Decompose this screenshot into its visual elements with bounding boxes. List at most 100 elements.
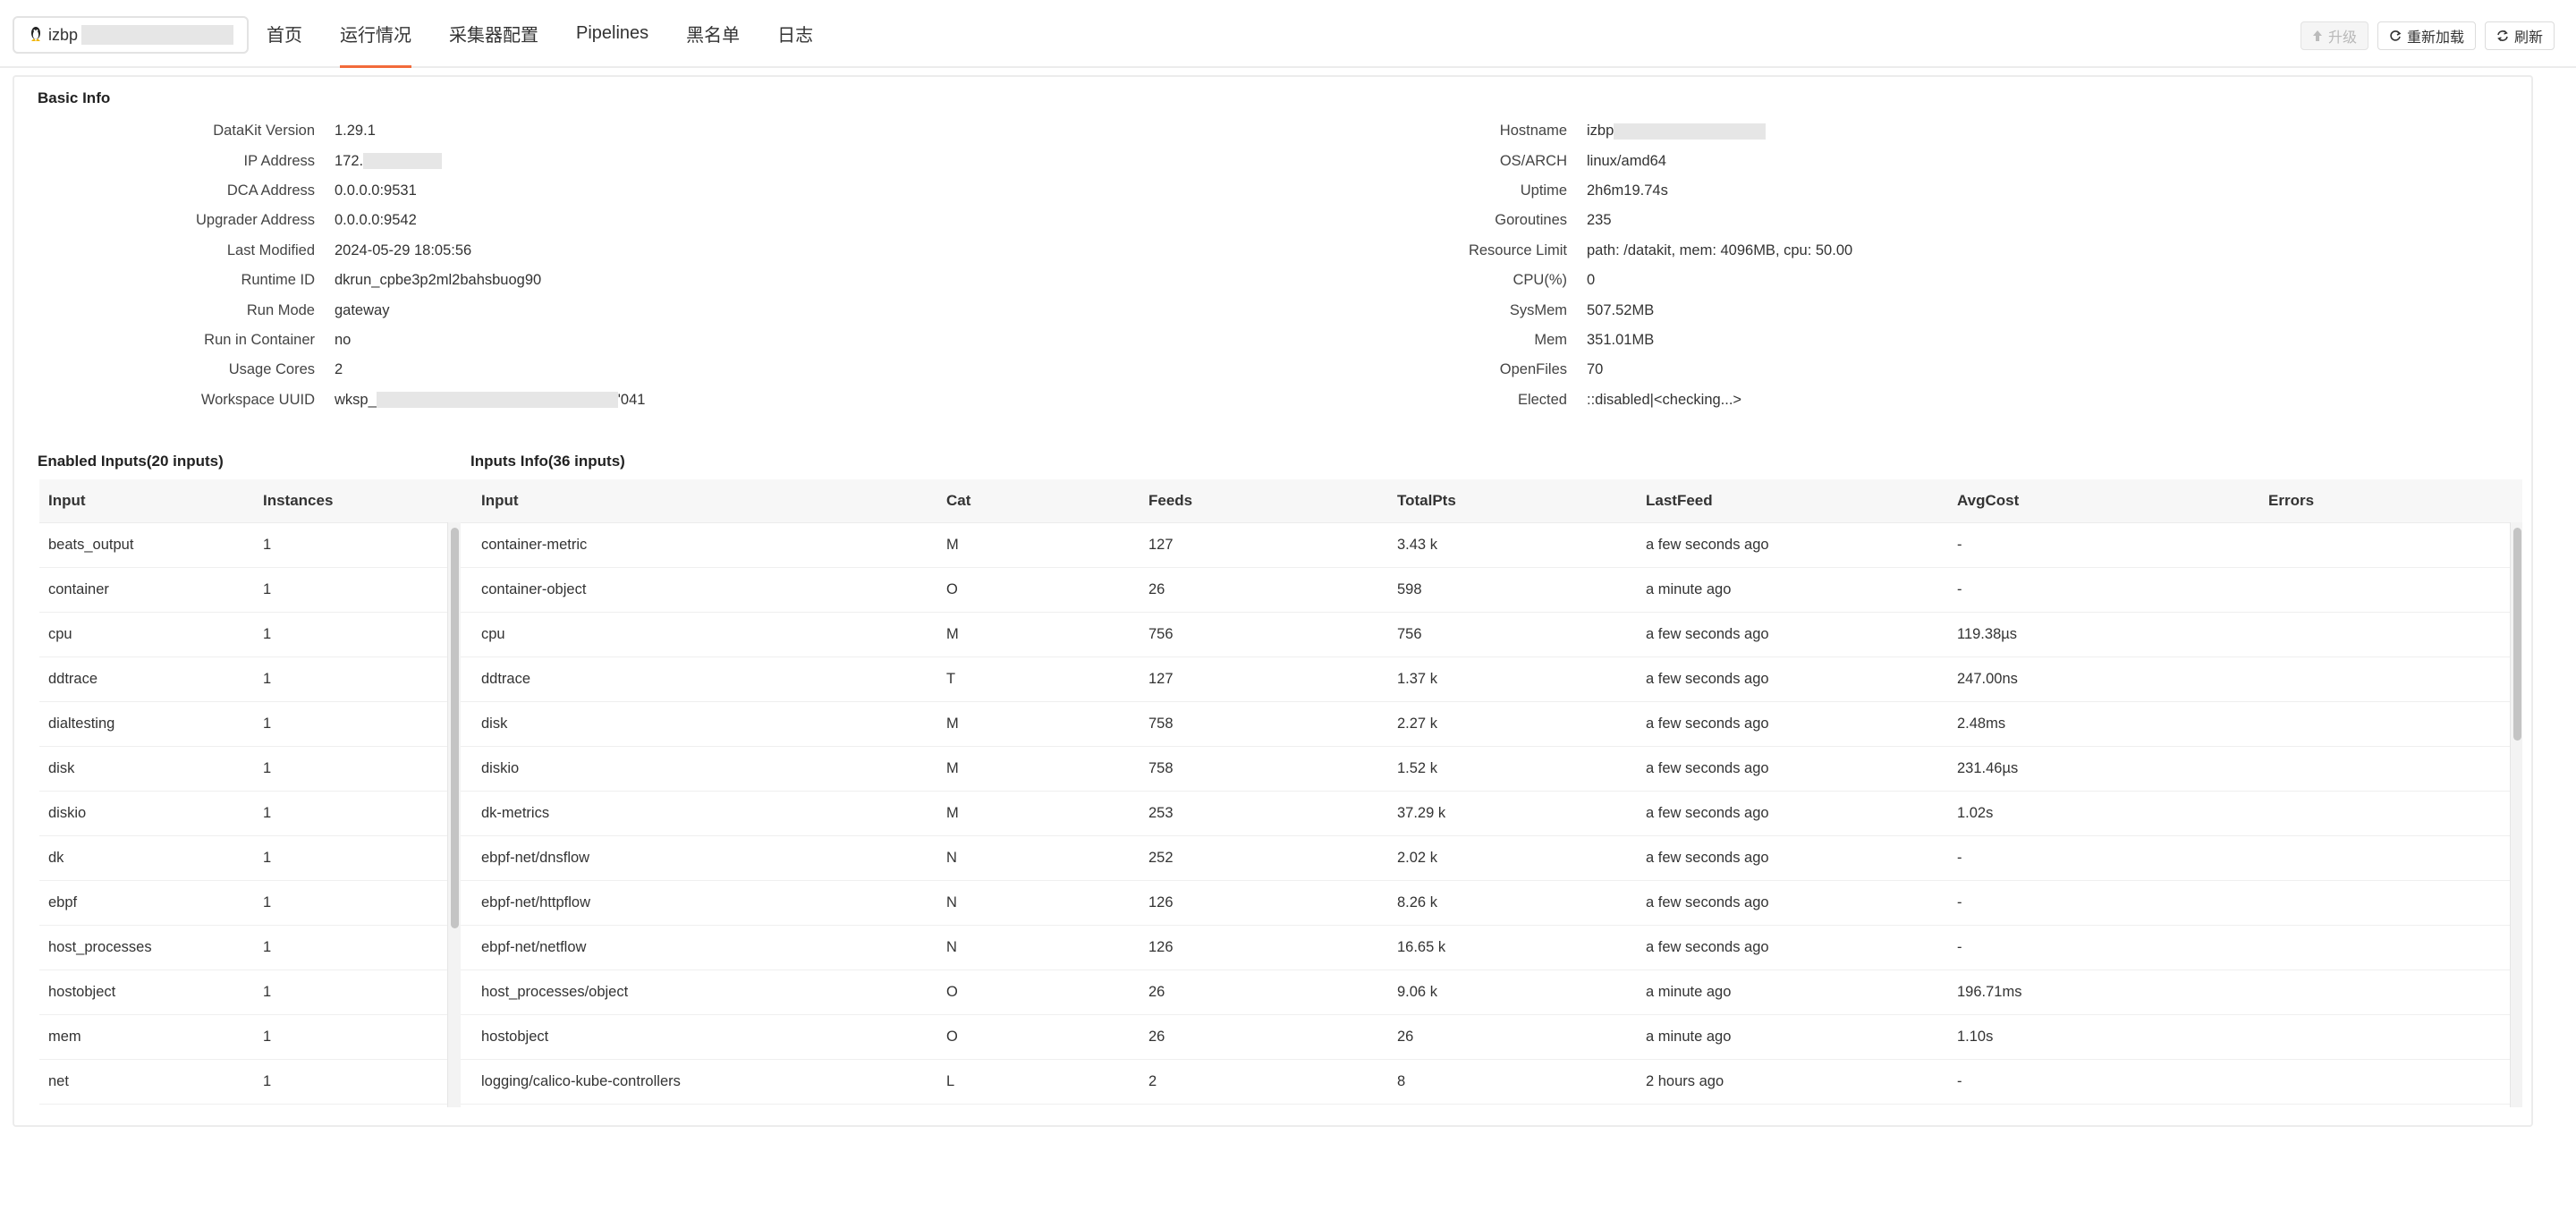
- column-header[interactable]: AvgCost: [1948, 492, 2259, 510]
- table-row[interactable]: dk-metrics M 253 37.29 k a few seconds ago 1.…: [472, 792, 2522, 836]
- enabled-inputs-scroll-thumb[interactable]: [451, 528, 459, 928]
- inputs-info-scrollbar[interactable]: [2510, 522, 2522, 1107]
- info-value-text: dkrun_cpbe3p2ml2bahsbuog90: [335, 272, 542, 289]
- upgrade-button[interactable]: 升级: [2300, 21, 2368, 50]
- table-cell: 37.29 k: [1397, 805, 1446, 821]
- tab-1[interactable]: 运行情况: [324, 0, 428, 68]
- redacted-value: [376, 392, 618, 409]
- table-row[interactable]: net 1: [39, 1060, 472, 1105]
- table-cell: M: [946, 626, 959, 642]
- table-row[interactable]: host_processes 1: [39, 926, 472, 970]
- reload-button[interactable]: 重新加载: [2377, 21, 2476, 50]
- table-cell: hostobject: [48, 984, 116, 1000]
- table-cell: a minute ago: [1646, 984, 1732, 1000]
- table-cell: 196.71ms: [1957, 984, 2022, 1000]
- column-header[interactable]: LastFeed: [1637, 492, 1948, 510]
- table-cell: net: [48, 1073, 69, 1089]
- table-row[interactable]: container-metric M 127 3.43 k a few seconds …: [472, 523, 2522, 568]
- table-cell: -: [1957, 894, 1962, 910]
- table-row[interactable]: cpu M 756 756 a few seconds ago 119.38µs: [472, 613, 2522, 657]
- table-row[interactable]: beats_output 1: [39, 523, 472, 568]
- enabled-inputs-scrollbar[interactable]: [447, 522, 461, 1107]
- info-value-text: no: [335, 331, 352, 348]
- table-row[interactable]: mem 1: [39, 1015, 472, 1060]
- host-selector[interactable]: izbp: [13, 16, 249, 54]
- info-value-text: 2: [335, 361, 343, 378]
- host-name: izbp: [48, 25, 79, 44]
- table-row[interactable]: host_processes/object O 26 9.06 k a minute a…: [472, 970, 2522, 1015]
- table-cell: disk: [48, 760, 75, 776]
- table-row[interactable]: diskio 1: [39, 792, 472, 836]
- table-cell: 1: [263, 581, 272, 597]
- info-row: Mem 351.01MB: [1267, 326, 1852, 355]
- enabled-inputs-title: Enabled Inputs(20 inputs): [38, 453, 224, 470]
- info-label: Run Mode: [246, 301, 315, 318]
- info-value-text: linux/amd64: [1587, 152, 1666, 169]
- column-header[interactable]: Cat: [937, 492, 1140, 510]
- table-row[interactable]: diskio M 758 1.52 k a few seconds ago 231.46µ…: [472, 747, 2522, 792]
- info-value: 2h6m19.74s: [1587, 182, 1668, 199]
- info-row: OpenFiles 70: [1267, 355, 1852, 385]
- table-cell: 26: [1148, 984, 1165, 1000]
- table-row[interactable]: logging/calico-nodeL1.51 k5.19 ka few se…: [472, 1105, 2522, 1107]
- table-cell: 2: [1148, 1073, 1157, 1089]
- upgrade-icon: [2312, 30, 2323, 42]
- refresh-button[interactable]: 刷新: [2484, 21, 2555, 50]
- table-row[interactable]: cpu 1: [39, 613, 472, 657]
- column-header[interactable]: Errors: [2259, 492, 2510, 510]
- info-row: Run in Container no: [14, 326, 645, 355]
- table-cell: 2.27 k: [1397, 716, 1437, 732]
- table-row[interactable]: ddtrace T 127 1.37 k a few seconds ago 247.00…: [472, 657, 2522, 702]
- table-cell: 119.38µs: [1957, 626, 2017, 642]
- tab-2[interactable]: 采集器配置: [433, 0, 555, 66]
- column-header[interactable]: Feeds: [1140, 492, 1388, 510]
- inputs-info-scroll-thumb[interactable]: [2513, 528, 2521, 741]
- table-row[interactable]: ebpf-net/dnsflow N 252 2.02 k a few seconds …: [472, 836, 2522, 881]
- table-row[interactable]: disk M 758 2.27 k a few seconds ago 2.48ms: [472, 702, 2522, 747]
- info-value-text: 2024-05-29 18:05:56: [335, 241, 472, 258]
- table-cell: N: [946, 850, 957, 866]
- table-cell: 253: [1148, 805, 1174, 821]
- table-row[interactable]: ebpf 1: [39, 881, 472, 926]
- table-row[interactable]: container-object O 26 598 a minute ago -: [472, 568, 2522, 613]
- table-cell: -: [1957, 537, 1962, 553]
- tab-0[interactable]: 首页: [250, 0, 318, 66]
- info-row: SysMem 507.52MB: [1267, 295, 1852, 325]
- info-value-text: gateway: [335, 301, 390, 318]
- table-cell: dk-metrics: [481, 805, 550, 821]
- tab-3[interactable]: Pipelines: [560, 0, 665, 66]
- info-value-text: izbp: [1587, 123, 1614, 140]
- table-row[interactable]: netflow1: [39, 1105, 472, 1107]
- info-value-text: 351.01MB: [1587, 331, 1655, 348]
- info-value: 70: [1587, 361, 1603, 378]
- column-header[interactable]: Instances: [254, 492, 447, 510]
- tab-4[interactable]: 黑名单: [670, 0, 756, 66]
- table-cell: diskio: [481, 760, 520, 776]
- column-header[interactable]: Input: [472, 492, 937, 510]
- tab-5[interactable]: 日志: [761, 0, 829, 66]
- reload-icon: [2389, 30, 2402, 42]
- table-row[interactable]: dialtesting 1: [39, 702, 472, 747]
- table-row[interactable]: container 1: [39, 568, 472, 613]
- table-row[interactable]: hostobject O 26 26 a minute ago 1.10s: [472, 1015, 2522, 1060]
- table-cell: diskio: [48, 805, 87, 821]
- table-row[interactable]: disk 1: [39, 747, 472, 792]
- table-row[interactable]: ebpf-net/httpflow N 126 8.26 k a few seconds…: [472, 881, 2522, 926]
- column-header[interactable]: Input: [39, 492, 254, 510]
- table-row[interactable]: dk 1: [39, 836, 472, 881]
- table-row[interactable]: hostobject 1: [39, 970, 472, 1015]
- table-row[interactable]: ddtrace 1: [39, 657, 472, 702]
- column-header[interactable]: TotalPts: [1388, 492, 1637, 510]
- info-row: CPU(%) 0: [1267, 266, 1852, 295]
- table-cell: a few seconds ago: [1646, 760, 1769, 776]
- info-value-text: 0.0.0.0:9531: [335, 182, 417, 199]
- table-cell: 26: [1148, 1029, 1165, 1045]
- table-row[interactable]: logging/calico-kube-controllers L 2 8 2 hour…: [472, 1060, 2522, 1105]
- table-cell: dialtesting: [48, 716, 115, 732]
- table-row[interactable]: ebpf-net/netflow N 126 16.65 k a few seconds…: [472, 926, 2522, 970]
- table-cell: disk: [481, 716, 508, 732]
- table-cell: 26: [1397, 1029, 1414, 1045]
- enabled-inputs-table: Input Instances beats_output 1 container 1 cp…: [39, 479, 472, 1107]
- top-actions: 升级 重新加载 刷新: [2300, 21, 2555, 50]
- table-cell: ebpf-net/netflow: [481, 939, 587, 955]
